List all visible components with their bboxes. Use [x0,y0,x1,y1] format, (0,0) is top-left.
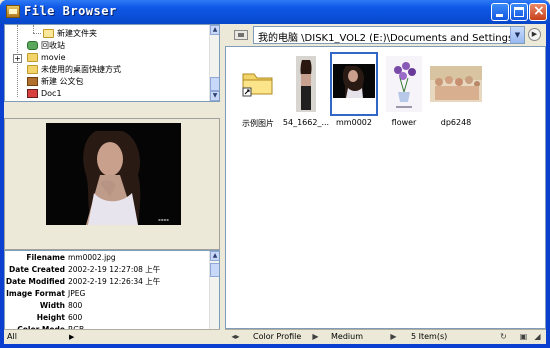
right-pane: 我的电脑 \DISK1_VOL2 (E:)\Documents and Sett… [225,24,546,344]
scroll-up-arrow-icon[interactable]: ▲ [210,25,219,35]
thumbnail-caption: flower [391,118,417,127]
tree-guide-line [33,33,41,34]
tree-item-label: 新建 公文包 [41,77,84,86]
metadata-key: Filename [26,253,65,262]
thumbnail-frame [282,52,330,116]
metadata-value: mm0002.jpg [68,253,116,262]
tree-scrollbar[interactable]: ▲ ▼ [209,25,219,101]
preview-photo-graphic: ▪▪▪▪ [46,123,181,225]
metadata-value: 2002-2-19 12:27:08 上午 [68,265,161,274]
thumbnail-frame [429,52,483,116]
thumbnail-flower[interactable]: flower [380,52,428,134]
chevron-down-icon[interactable]: ▼ [510,27,524,43]
filter-arrow-icon[interactable]: ▶ [69,333,74,341]
tree-guide-line [33,25,34,33]
tree-item-label: Doc1 [41,89,62,98]
metadata-row: Height 600 [5,312,210,324]
path-value: 我的电脑 \DISK1_VOL2 (E:)\Documents and Sett… [258,33,525,44]
metadata-key: Height [36,313,65,322]
thumbnail-caption: dp6248 [440,118,472,127]
resize-grip-icon[interactable]: ◢ [533,332,542,341]
folder-icon [43,29,54,38]
left-pane: 新建文件夹 回收站 + movie 未使用的桌面快捷方式 新建 公文包 Doc1… [4,24,220,344]
preview-image: ▪▪▪▪ [46,123,181,225]
minimize-button[interactable] [491,3,509,21]
scroll-up-arrow-icon[interactable]: ▲ [210,251,219,261]
metadata-value: 800 [68,301,83,310]
photo-thumbnail-icon [430,66,482,102]
path-combo-box[interactable]: 我的电脑 \DISK1_VOL2 (E:)\Documents and Sett… [253,26,525,44]
window-client: 新建文件夹 回收站 + movie 未使用的桌面快捷方式 新建 公文包 Doc1… [4,24,546,344]
trash-icon[interactable]: ▣ [519,332,528,341]
briefcase-icon [27,77,38,86]
toggle-pane-icon[interactable]: ◂▸ [231,332,240,341]
thumbnail-frame [234,52,282,116]
file-browser-window: File Browser × 新建文件夹 回收站 + movie 未使用的桌面快… [0,0,550,348]
tree-item-label: movie [41,53,66,62]
metadata-key: Width [39,301,65,310]
photo-thumbnail-icon [333,64,375,98]
metadata-scrollbar[interactable]: ▲ ▼ [209,251,219,341]
maximize-icon [514,7,524,17]
up-folder-button[interactable] [234,30,248,40]
tree-item-label: 回收站 [41,41,65,50]
scroll-thumb[interactable] [210,77,219,91]
folder-tree[interactable]: 新建文件夹 回收站 + movie 未使用的桌面快捷方式 新建 公文包 Doc1… [4,24,220,102]
go-button[interactable]: ▶ [528,28,541,41]
location-bar: 我的电脑 \DISK1_VOL2 (E:)\Documents and Sett… [225,24,546,46]
sort-arrow-icon[interactable]: ▶ [311,332,320,341]
rotate-icon[interactable]: ↻ [499,332,508,341]
folder-icon [27,53,38,62]
minimize-icon [496,14,503,17]
metadata-value: JPEG [68,289,86,298]
left-status-bar: All ▶ [4,329,220,344]
size-arrow-icon[interactable]: ▶ [389,332,398,341]
tree-item-label: 未使用的桌面快捷方式 [41,65,121,74]
recycle-bin-icon [27,41,38,50]
photo-thumbnail-icon [386,56,422,112]
thumbnail-dp6248[interactable]: dp6248 [429,52,483,134]
window-title: File Browser [24,4,117,18]
metadata-key: Date Modified [5,277,65,286]
photo-thumbnail-icon [296,56,316,112]
metadata-key: Image Format [6,289,65,298]
scroll-thumb[interactable] [210,263,219,277]
metadata-row: Date Modified 2002-2-19 12:26:34 上午 [5,276,210,288]
metadata-row: Image Format JPEG [5,288,210,300]
metadata-row: Date Created 2002-2-19 12:27:08 上午 [5,264,210,276]
thumbnail-size-menu[interactable]: Medium [331,332,363,341]
metadata-key: Date Created [9,265,65,274]
metadata-value: 600 [68,313,83,322]
metadata-value: 2002-2-19 12:26:34 上午 [68,277,161,286]
metadata-filter-label[interactable]: All [7,332,17,341]
sort-by-menu[interactable]: Color Profile [253,332,301,341]
scroll-down-arrow-icon[interactable]: ▼ [210,91,219,101]
document-icon [27,89,38,98]
thumbnail-frame [330,52,378,116]
thumbnail-54-1662[interactable]: 54_1662_... [282,52,330,134]
right-status-bar: ◂▸ Color Profile ▶ Medium ▶ 5 Item(s) ↻ … [225,329,546,344]
metadata-row: Width 800 [5,300,210,312]
folder-icon [27,65,38,74]
image-preview-panel: ▪▪▪▪ [4,118,220,250]
metadata-row: Filename mm0002.jpg [5,252,210,264]
svg-text:▪▪▪▪: ▪▪▪▪ [158,217,169,222]
app-folder-icon [6,5,20,18]
thumbnail-sample-images[interactable]: 示例图片 [234,52,282,134]
maximize-button[interactable] [510,3,528,21]
item-count: 5 Item(s) [411,332,448,341]
folder-shortcut-icon [242,73,273,97]
title-bar[interactable]: File Browser × [0,0,550,24]
thumbnail-frame [380,52,428,116]
expand-toggle-icon[interactable]: + [13,54,22,63]
close-icon: × [533,3,545,19]
thumbnail-view: 示例图片 54_1662_... mm0002 flower dp6248 [225,46,546,329]
close-button[interactable]: × [529,3,547,21]
tree-item-label: 新建文件夹 [57,29,97,38]
thumbnail-mm0002[interactable]: mm0002 [330,52,378,134]
